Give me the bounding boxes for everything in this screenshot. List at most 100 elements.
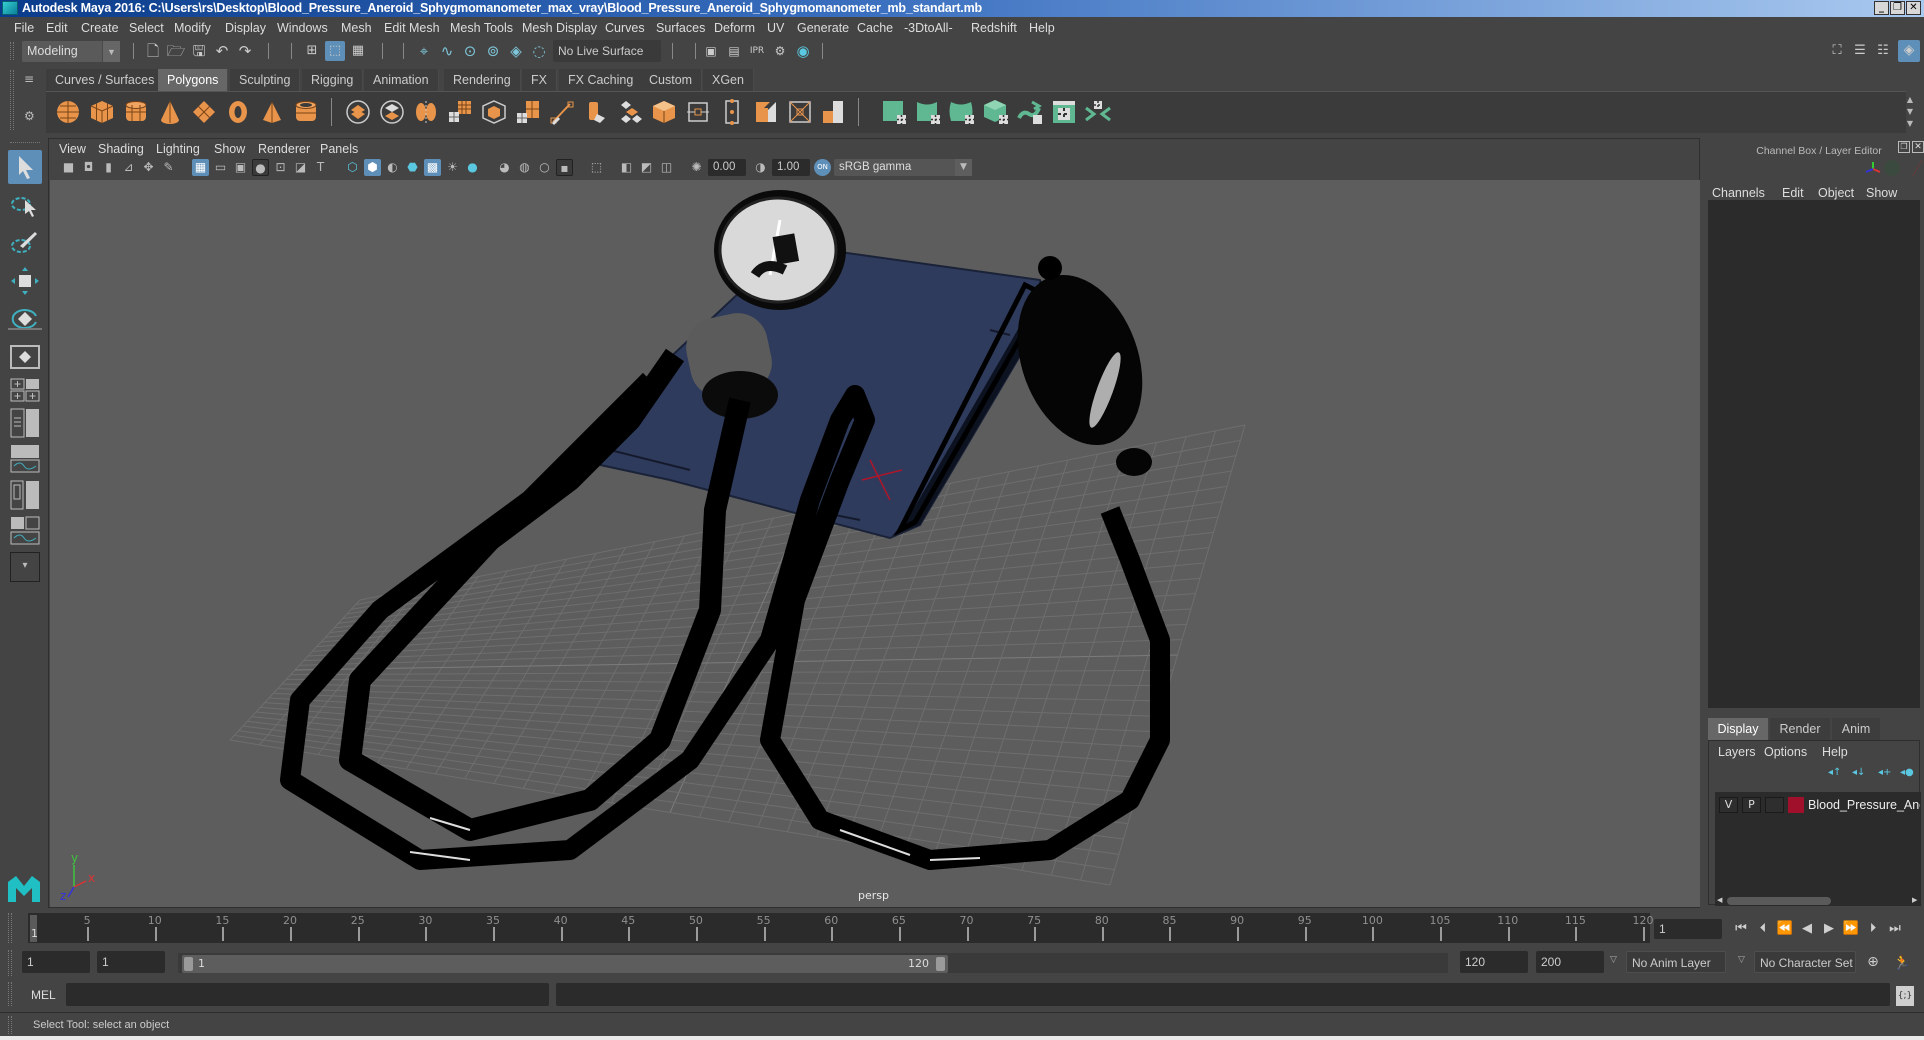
uv-editor-icon[interactable] — [1050, 98, 1078, 126]
character-set-dropdown[interactable]: No Character Set — [1754, 951, 1856, 973]
fill-hole-icon[interactable] — [684, 98, 712, 126]
poly-cube-icon[interactable] — [88, 98, 116, 126]
playback-end-field[interactable]: 120 — [1460, 951, 1528, 973]
quad-draw-icon[interactable] — [786, 98, 814, 126]
range-slider-bar[interactable] — [182, 955, 948, 973]
textured-icon[interactable]: ⬣ — [404, 159, 421, 176]
step-back-frame-button[interactable]: ⏪ — [1776, 920, 1794, 938]
layout-expand-button[interactable]: ▾ — [10, 552, 40, 582]
use-all-lights-icon[interactable]: ▩ — [424, 159, 441, 176]
menu-edit[interactable]: Edit — [46, 21, 68, 35]
safe-title-icon[interactable]: T — [312, 159, 329, 176]
workspace-dropdown[interactable]: Modeling ▼ — [22, 41, 120, 62]
shelf-scroll-arrows[interactable]: ▲ ▼ ▼ — [1904, 94, 1916, 130]
ambient-occlusion-icon[interactable]: ● — [464, 159, 481, 176]
hypershade-icon[interactable]: ◉ — [793, 41, 813, 61]
script-editor-icon[interactable]: {;} — [1896, 986, 1914, 1006]
channels-menu[interactable]: Channels — [1712, 186, 1765, 200]
command-line-grip[interactable] — [8, 982, 12, 1006]
menu-select[interactable]: Select — [129, 21, 164, 35]
layers-menu[interactable]: Layers — [1718, 745, 1756, 759]
planar-uv-icon[interactable] — [880, 98, 908, 126]
animation-preferences-icon[interactable]: 🏃 — [1892, 953, 1912, 973]
channel-edit-menu[interactable]: Edit — [1782, 186, 1804, 200]
menu-mesh-display[interactable]: Mesh Display — [522, 21, 597, 35]
snap-view-icon[interactable]: ⊚ — [483, 41, 503, 61]
shelf-menu-icon[interactable]: ≡ — [24, 73, 38, 85]
menu-uv[interactable]: UV — [767, 21, 784, 35]
layer-scrollbar-thumb[interactable] — [1727, 897, 1831, 905]
new-layer-icon[interactable]: ◂+ — [1878, 767, 1894, 779]
exposure-field[interactable]: 0.00 — [708, 159, 746, 176]
snap-surface-icon[interactable]: ◈ — [506, 41, 526, 61]
menu-cache[interactable]: Cache — [857, 21, 893, 35]
slash-icon[interactable] — [1901, 160, 1923, 176]
scroll-left-icon[interactable]: ◀ — [1717, 896, 1722, 904]
smooth-shade-icon[interactable]: ⬢ — [364, 159, 381, 176]
multi-cut-icon[interactable] — [548, 98, 576, 126]
channel-show-menu[interactable]: Show — [1866, 186, 1897, 200]
layer-tab-anim[interactable]: Anim — [1832, 718, 1880, 740]
menu-curves[interactable]: Curves — [605, 21, 645, 35]
toolbox-grip[interactable] — [10, 142, 40, 146]
film-gate-icon[interactable]: ▭ — [212, 159, 229, 176]
xray-icon[interactable]: ▪ — [556, 159, 573, 176]
gamma-icon[interactable]: ◑ — [752, 159, 769, 176]
snap-point-icon[interactable]: ⊙ — [460, 41, 480, 61]
render-view-icon[interactable]: ▣ — [701, 41, 721, 61]
playback-start-field[interactable]: 1 — [97, 951, 165, 973]
gamma-field[interactable]: 1.00 — [772, 159, 810, 176]
layer-tab-render[interactable]: Render — [1770, 718, 1830, 740]
render-frame-icon[interactable]: ▤ — [724, 41, 744, 61]
end-time-field[interactable]: 200 — [1536, 951, 1604, 973]
color-management-toggle-icon[interactable]: ON — [814, 159, 831, 176]
anim-layer-chevron-icon[interactable]: ▽ — [1610, 955, 1617, 965]
toggle-visibility-icon[interactable] — [1884, 160, 1900, 176]
ipr-render-icon[interactable]: IPR — [747, 41, 767, 61]
paint-select-tool[interactable] — [8, 226, 42, 260]
cylindrical-uv-icon[interactable] — [914, 98, 942, 126]
xray-active-icon[interactable]: ◩ — [638, 159, 655, 176]
help-line-grip[interactable] — [8, 1016, 12, 1034]
select-hierarchy-icon[interactable]: ⊞ — [302, 41, 322, 61]
four-view-layout-icon[interactable] — [10, 378, 40, 402]
extrude-icon[interactable] — [582, 98, 610, 126]
step-forward-key-button[interactable]: ⏵ — [1864, 920, 1882, 938]
channel-box-icon[interactable]: ◈ — [1898, 40, 1920, 62]
single-perspective-layout-icon[interactable] — [10, 345, 40, 369]
menu-file[interactable]: File — [14, 21, 34, 35]
unfold-uv-icon[interactable] — [1016, 98, 1044, 126]
automatic-uv-icon[interactable] — [982, 98, 1010, 126]
shelf-tab-rendering[interactable]: Rendering — [444, 69, 521, 91]
play-forwards-button[interactable]: ▶ — [1820, 920, 1838, 938]
uv-layout-icon[interactable] — [1084, 98, 1112, 126]
new-layer-selected-icon[interactable]: ◂● — [1900, 767, 1916, 779]
panel-menu-renderer[interactable]: Renderer — [258, 142, 310, 156]
new-scene-icon[interactable]: 🗋 — [143, 41, 163, 61]
play-backwards-button[interactable]: ◀ — [1798, 920, 1816, 938]
poly-pyramid-icon[interactable] — [258, 98, 286, 126]
shelf-grip[interactable] — [10, 70, 14, 130]
menu-3dtoall[interactable]: -3DtoAll- — [904, 21, 953, 35]
axis-manipulator-icon[interactable] — [1864, 160, 1882, 178]
move-tool[interactable] — [8, 264, 42, 298]
undo-icon[interactable]: ↶ — [212, 41, 232, 61]
anim-layer-dropdown[interactable]: No Anim Layer — [1626, 951, 1726, 973]
combine-icon[interactable] — [344, 98, 372, 126]
grid-toggle-icon[interactable]: ▦ — [192, 159, 209, 176]
wireframe-on-shaded-icon[interactable]: ◐ — [384, 159, 401, 176]
persp-outliner-layout-icon[interactable] — [10, 408, 40, 438]
color-space-dropdown[interactable]: sRGB gamma — [834, 159, 972, 176]
render-settings-icon[interactable]: ⚙ — [770, 41, 790, 61]
current-frame-field[interactable]: 1 — [1654, 919, 1722, 939]
shelf-tab-fx-caching[interactable]: FX Caching — [559, 69, 644, 91]
menu-windows[interactable]: Windows — [277, 21, 328, 35]
go-to-end-button[interactable]: ⏭ — [1886, 920, 1904, 938]
field-chart-icon[interactable]: ⊡ — [272, 159, 289, 176]
bevel-icon[interactable] — [616, 98, 644, 126]
range-end-handle[interactable] — [936, 957, 945, 971]
2d-pan-zoom-icon[interactable]: ✥ — [140, 159, 157, 176]
live-surface-field[interactable]: No Live Surface — [553, 40, 661, 62]
depth-of-field-icon[interactable]: ○ — [536, 159, 553, 176]
rotate-tool[interactable] — [8, 302, 42, 336]
